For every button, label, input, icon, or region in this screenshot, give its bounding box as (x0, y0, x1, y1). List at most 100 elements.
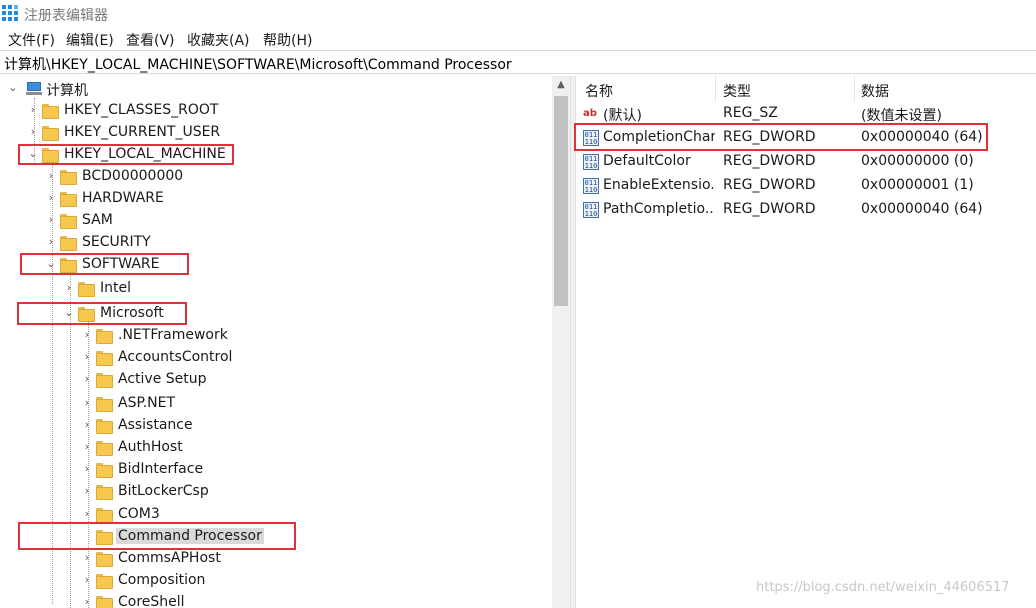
chevron-right-icon[interactable]: › (82, 419, 92, 431)
value-row[interactable]: 011 110 PathCompletio... REG_DWORD 0x0000… (577, 198, 1036, 222)
value-row[interactable]: 011 110 DefaultColor REG_DWORD 0x00000000… (577, 150, 1036, 174)
tree-item-aspnet[interactable]: › ASP.NET (0, 393, 552, 415)
tree-item-composition[interactable]: › Composition (0, 570, 552, 592)
column-divider[interactable] (715, 76, 716, 102)
tree-item-label: BCD00000000 (82, 168, 184, 184)
folder-icon (96, 596, 113, 608)
tree-item-hkcu[interactable]: › HKEY_CURRENT_USER (0, 122, 552, 144)
menu-edit[interactable]: 编辑(E) (66, 30, 114, 50)
string-value-icon: ab (583, 108, 597, 119)
tree-item-label: Active Setup (118, 371, 207, 387)
menu-file[interactable]: 文件(F) (8, 30, 55, 50)
chevron-right-icon[interactable]: › (46, 192, 56, 204)
folder-icon (96, 441, 113, 456)
scroll-thumb[interactable] (554, 96, 568, 306)
tree-item-hardware[interactable]: › HARDWARE (0, 188, 552, 210)
chevron-right-icon[interactable]: › (28, 126, 38, 138)
chevron-right-icon[interactable]: › (82, 373, 92, 385)
column-header-name[interactable]: 名称 (585, 81, 613, 101)
pane-splitter[interactable] (570, 76, 576, 608)
chevron-right-icon[interactable]: › (82, 574, 92, 586)
folder-icon (96, 508, 113, 523)
tree-item-label: COM3 (118, 506, 160, 522)
tree-item-netframework[interactable]: › .NETFramework (0, 325, 552, 347)
registry-tree[interactable]: ⌄ 计算机 › HKEY_CLASSES_ROOT › HKEY_CURRENT… (0, 76, 552, 608)
tree-item-authhost[interactable]: › AuthHost (0, 437, 552, 459)
tree-item-label: CoreShell (118, 594, 185, 608)
chevron-right-icon[interactable]: › (82, 485, 92, 497)
address-bar[interactable]: 计算机\HKEY_LOCAL_MACHINE\SOFTWARE\Microsof… (0, 50, 1036, 74)
chevron-down-icon[interactable]: ⌄ (8, 82, 18, 94)
tree-item-coreshell[interactable]: › CoreShell (0, 592, 552, 608)
folder-icon (42, 126, 59, 141)
chevron-right-icon[interactable]: › (82, 596, 92, 608)
value-type: REG_DWORD (723, 201, 816, 217)
chevron-right-icon[interactable]: › (82, 508, 92, 520)
tree-item-commsaphost[interactable]: › CommsAPHost (0, 548, 552, 570)
value-type: REG_SZ (723, 105, 778, 121)
folder-icon (60, 258, 77, 273)
value-data: 0x00000040 (64) (861, 129, 983, 145)
values-list[interactable]: 名称 类型 数据 ab (默认) REG_SZ (数值未设置) 011 110 C… (574, 76, 1036, 608)
tree-item-sam[interactable]: › SAM (0, 210, 552, 232)
value-row[interactable]: 011 110 CompletionChar REG_DWORD 0x000000… (577, 126, 1036, 150)
tree-item-microsoft[interactable]: ⌄ Microsoft (0, 303, 552, 325)
folder-icon (42, 148, 59, 163)
tree-item-label: AuthHost (118, 439, 183, 455)
chevron-down-icon[interactable]: ⌄ (46, 258, 56, 270)
tree-item-hkcr[interactable]: › HKEY_CLASSES_ROOT (0, 100, 552, 122)
tree-item-security[interactable]: › SECURITY (0, 232, 552, 254)
tree-item-activesetup[interactable]: › Active Setup (0, 369, 552, 391)
tree-item-bidinterface[interactable]: › BidInterface (0, 459, 552, 481)
column-divider[interactable] (854, 76, 855, 102)
tree-item-computer[interactable]: ⌄ 计算机 (0, 78, 552, 100)
tree-item-label: BitLockerCsp (118, 483, 209, 499)
tree-item-assistance[interactable]: › Assistance (0, 415, 552, 437)
tree-item-bitlockercsp[interactable]: › BitLockerCsp (0, 481, 552, 503)
column-header-type[interactable]: 类型 (723, 81, 751, 101)
chevron-down-icon[interactable]: ⌄ (28, 148, 38, 160)
tree-item-label: HKEY_CLASSES_ROOT (64, 102, 219, 118)
scroll-up-icon[interactable]: ▲ (552, 76, 570, 94)
chevron-right-icon[interactable]: › (46, 214, 56, 226)
chevron-right-icon[interactable]: › (82, 552, 92, 564)
tree-item-com3[interactable]: › COM3 (0, 504, 552, 526)
folder-icon (96, 373, 113, 388)
chevron-down-icon[interactable]: ⌄ (64, 307, 74, 319)
menu-help[interactable]: 帮助(H) (263, 30, 312, 50)
tree-item-label: 计算机 (46, 83, 88, 99)
tree-item-commandprocessor[interactable]: Command Processor (0, 526, 552, 548)
tree-item-bcd[interactable]: › BCD00000000 (0, 166, 552, 188)
value-type: REG_DWORD (723, 153, 816, 169)
menu-view[interactable]: 查看(V) (126, 30, 175, 50)
chevron-right-icon[interactable]: › (82, 441, 92, 453)
tree-item-software[interactable]: ⌄ SOFTWARE (0, 254, 552, 276)
value-row[interactable]: 011 110 EnableExtensio... REG_DWORD 0x000… (577, 174, 1036, 198)
binary-value-icon: 011 110 (583, 154, 599, 170)
chevron-right-icon[interactable]: › (82, 397, 92, 409)
tree-item-label: HKEY_LOCAL_MACHINE (64, 146, 226, 162)
value-type: REG_DWORD (723, 177, 816, 193)
chevron-right-icon[interactable]: › (46, 170, 56, 182)
tree-scrollbar[interactable]: ▲ (552, 76, 570, 608)
menu-favorites[interactable]: 收藏夹(A) (187, 30, 250, 50)
address-path[interactable]: 计算机\HKEY_LOCAL_MACHINE\SOFTWARE\Microsof… (4, 54, 512, 74)
binary-value-icon: 011 110 (583, 202, 599, 218)
chevron-right-icon[interactable]: › (82, 351, 92, 363)
column-header-data[interactable]: 数据 (861, 81, 889, 101)
folder-icon (96, 530, 113, 545)
watermark-text: https://blog.csdn.net/weixin_44606517 (756, 580, 1010, 595)
tree-item-intel[interactable]: › Intel (0, 278, 552, 300)
chevron-right-icon[interactable]: › (28, 104, 38, 116)
tree-item-label: SAM (82, 212, 113, 228)
folder-icon (42, 104, 59, 119)
chevron-right-icon[interactable]: › (82, 463, 92, 475)
chevron-right-icon[interactable]: › (82, 329, 92, 341)
tree-item-accountscontrol[interactable]: › AccountsControl (0, 347, 552, 369)
tree-item-hklm[interactable]: ⌄ HKEY_LOCAL_MACHINE (0, 144, 552, 166)
value-type: REG_DWORD (723, 129, 816, 145)
chevron-right-icon[interactable]: › (46, 236, 56, 248)
value-row[interactable]: ab (默认) REG_SZ (数值未设置) (577, 102, 1036, 126)
chevron-right-icon[interactable]: › (64, 282, 74, 294)
tree-item-label: Assistance (118, 417, 193, 433)
